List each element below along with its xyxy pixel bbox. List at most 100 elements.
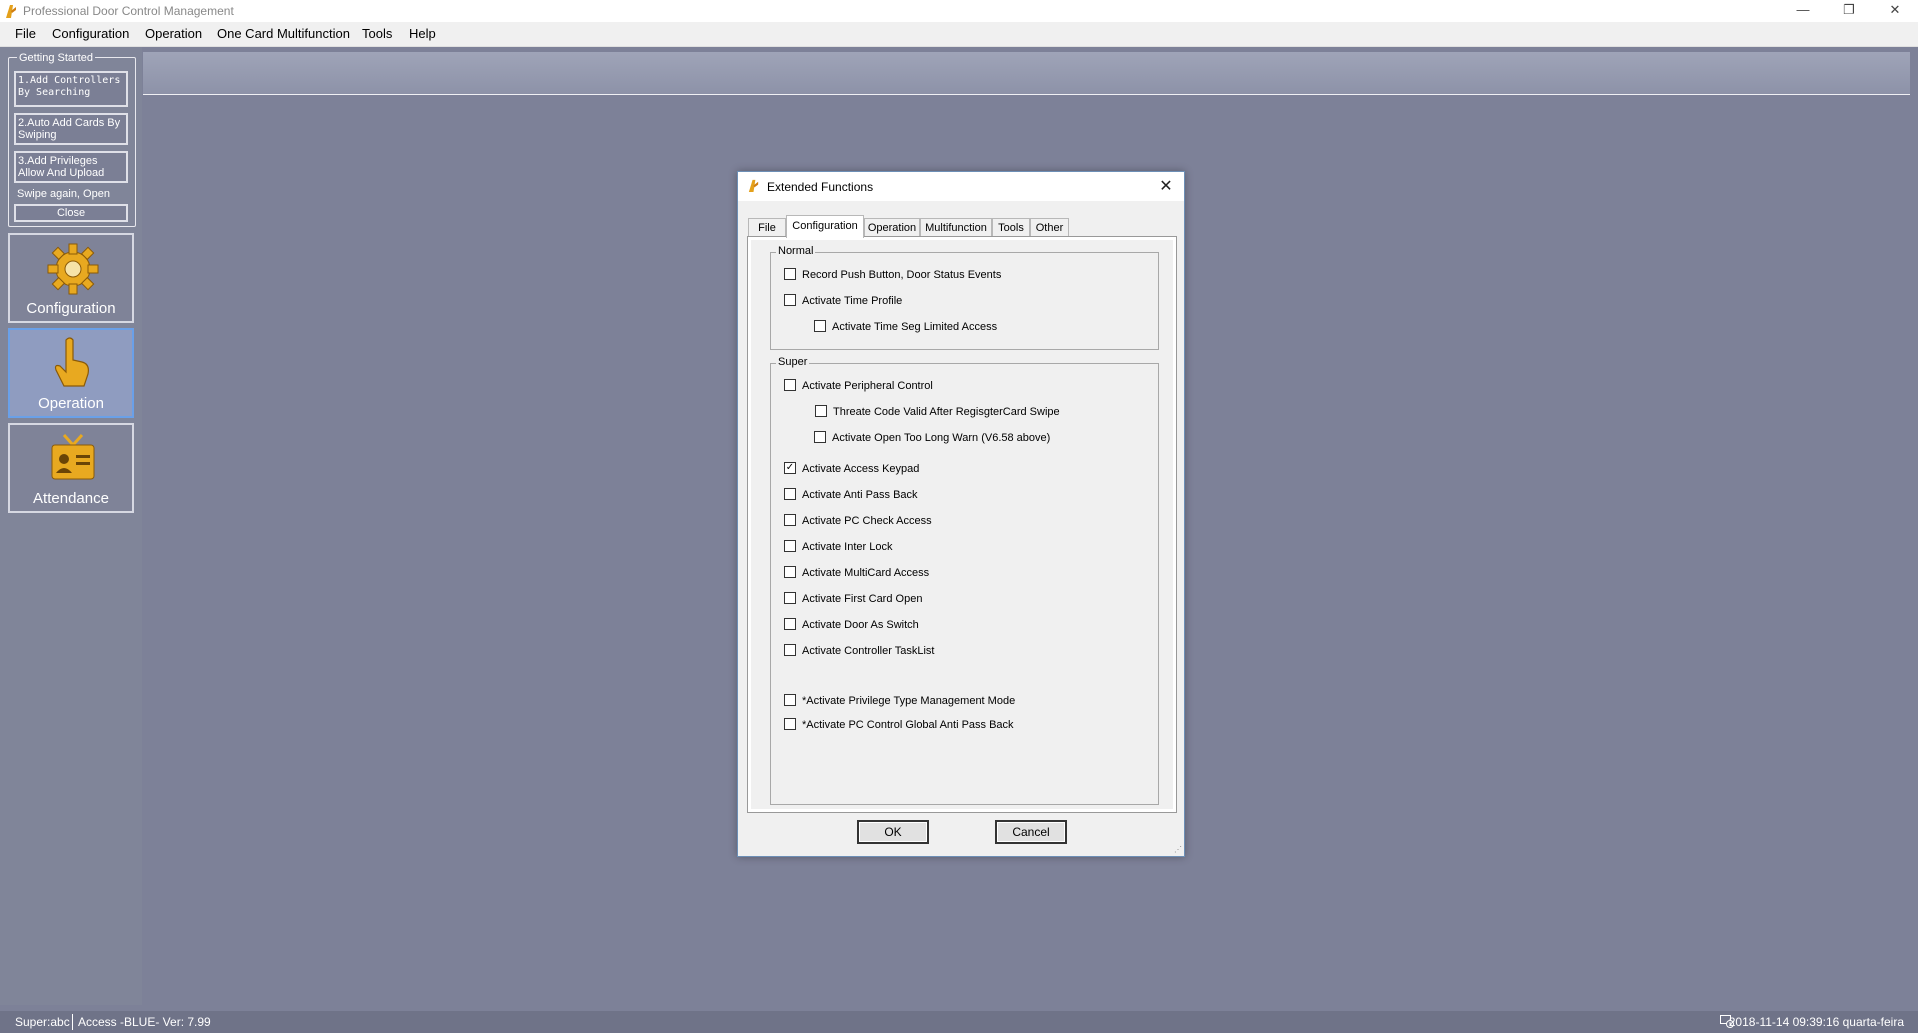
tab-other[interactable]: Other	[1030, 218, 1069, 237]
dialog-close-button[interactable]: ✕	[1156, 176, 1176, 196]
checkbox-box[interactable]	[784, 540, 796, 553]
configuration-tab-panel: Normal Record Push Button, Door Status E…	[747, 236, 1177, 813]
minimize-button[interactable]: —	[1780, 0, 1826, 22]
checkbox-open-too-long-warn[interactable]: Activate Open Too Long Warn (V6.58 above…	[814, 431, 1051, 444]
checkbox-privilege-type-management[interactable]: *Activate Privilege Type Management Mode	[784, 694, 1016, 707]
tab-configuration[interactable]: Configuration	[786, 215, 864, 238]
checkbox-box[interactable]	[784, 268, 796, 281]
main-top-strip	[143, 52, 1910, 95]
checkbox-label: Activate Access Keypad	[802, 463, 920, 475]
checkbox-controller-tasklist[interactable]: Activate Controller TaskList	[784, 644, 935, 657]
window-close-button[interactable]: ✕	[1872, 0, 1918, 22]
menu-configuration[interactable]: Configuration	[52, 26, 129, 41]
menu-one-card-multifunction[interactable]: One Card Multifunction	[217, 26, 350, 41]
id-card-icon	[51, 433, 95, 480]
normal-group-legend: Normal	[776, 245, 816, 257]
status-bar: Super:abc Access -BLUE- Ver: 7.99 2018-1…	[0, 1011, 1918, 1033]
checkbox-label: Activate Controller TaskList	[802, 645, 935, 657]
menu-file[interactable]: File	[15, 26, 36, 41]
add-controllers-button[interactable]: 1.Add Controllers By Searching	[14, 71, 128, 107]
nav-configuration[interactable]: Configuration	[8, 233, 134, 323]
checkbox-label: Activate Time Profile	[802, 295, 903, 307]
checkbox-box[interactable]	[784, 294, 796, 307]
menu-help[interactable]: Help	[409, 26, 436, 41]
checkbox-inter-lock[interactable]: Activate Inter Lock	[784, 540, 893, 553]
checkbox-anti-pass-back[interactable]: Activate Anti Pass Back	[784, 488, 918, 501]
checkbox-time-seg-limited-access[interactable]: Activate Time Seg Limited Access	[814, 320, 998, 333]
checkbox-box[interactable]	[784, 592, 796, 605]
dialog-titlebar: Extended Functions ✕	[738, 172, 1184, 201]
super-group	[770, 363, 1159, 805]
checkbox-box[interactable]	[784, 566, 796, 579]
nav-operation[interactable]: Operation	[8, 328, 134, 418]
checkbox-label: Activate Door As Switch	[802, 619, 919, 631]
swipe-again-note: Swipe again, Open	[17, 188, 110, 200]
nav-attendance-label: Attendance	[33, 490, 109, 507]
app-logo-icon	[6, 5, 16, 18]
checkbox-label: *Activate Privilege Type Management Mode	[802, 695, 1016, 707]
checkbox-box[interactable]	[784, 644, 796, 657]
status-user: Super:abc	[15, 1015, 70, 1029]
app-logo-icon	[748, 179, 759, 192]
tab-multifunction[interactable]: Multifunction	[920, 218, 992, 237]
ok-button[interactable]: OK	[857, 820, 929, 844]
status-version: Access -BLUE- Ver: 7.99	[78, 1015, 211, 1029]
checkbox-box[interactable]: ✓	[784, 462, 796, 475]
window-titlebar: Professional Door Control Management — ❐…	[0, 0, 1918, 22]
status-separator	[72, 1014, 73, 1030]
hand-pointer-icon	[54, 337, 89, 387]
checkbox-box[interactable]	[814, 320, 826, 333]
checkbox-door-as-switch[interactable]: Activate Door As Switch	[784, 618, 919, 631]
checkbox-box[interactable]	[815, 405, 827, 418]
checkbox-label: Activate MultiCard Access	[802, 567, 930, 579]
checkbox-peripheral-control[interactable]: Activate Peripheral Control	[784, 379, 933, 392]
checkbox-record-push-button[interactable]: Record Push Button, Door Status Events	[784, 268, 1002, 281]
checkbox-pc-control-global-anti-pass-back[interactable]: *Activate PC Control Global Anti Pass Ba…	[784, 718, 1014, 731]
checkbox-box[interactable]	[784, 379, 796, 392]
add-privileges-button[interactable]: 3.Add Privileges Allow And Upload	[14, 151, 128, 183]
checkbox-label: Activate Open Too Long Warn (V6.58 above…	[832, 432, 1051, 444]
super-group-legend: Super	[776, 356, 810, 368]
checkbox-label: Activate First Card Open	[802, 593, 923, 605]
extended-functions-dialog: Extended Functions ✕ File Configuration …	[737, 171, 1185, 857]
tab-operation[interactable]: Operation	[864, 218, 920, 237]
checkbox-threate-code-valid[interactable]: Threate Code Valid After RegisgterCard S…	[815, 405, 1060, 418]
checkbox-label: Activate Anti Pass Back	[802, 489, 918, 501]
checkbox-label: Activate Time Seg Limited Access	[832, 321, 998, 333]
checkbox-first-card-open[interactable]: Activate First Card Open	[784, 592, 923, 605]
checkbox-multicard-access[interactable]: Activate MultiCard Access	[784, 566, 930, 579]
checkbox-label: Record Push Button, Door Status Events	[802, 269, 1002, 281]
menu-bar: File Configuration Operation One Card Mu…	[0, 22, 1918, 47]
gear-icon	[47, 243, 99, 295]
tab-file[interactable]: File	[748, 218, 786, 237]
restore-button[interactable]: ❐	[1826, 0, 1872, 22]
checkbox-access-keypad[interactable]: ✓ Activate Access Keypad	[784, 462, 920, 475]
nav-configuration-label: Configuration	[26, 300, 116, 317]
checkbox-label: Threate Code Valid After RegisgterCard S…	[833, 406, 1060, 418]
checkbox-pc-check-access[interactable]: Activate PC Check Access	[784, 514, 932, 527]
checkbox-activate-time-profile[interactable]: Activate Time Profile	[784, 294, 903, 307]
getting-started-legend: Getting Started	[17, 52, 95, 64]
window-title: Professional Door Control Management	[23, 4, 234, 18]
checkbox-box[interactable]	[784, 718, 796, 731]
menu-operation[interactable]: Operation	[145, 26, 202, 41]
nav-attendance[interactable]: Attendance	[8, 423, 134, 513]
checkbox-label: Activate Peripheral Control	[802, 380, 933, 392]
checkbox-label: Activate PC Check Access	[802, 515, 932, 527]
checkbox-box[interactable]	[784, 514, 796, 527]
resize-grip-icon[interactable]: ⋰	[1174, 845, 1182, 854]
status-datetime: 2018-11-14 09:39:16 quarta-feira	[1728, 1015, 1904, 1029]
checkbox-box[interactable]	[784, 618, 796, 631]
checkbox-label: Activate Inter Lock	[802, 541, 893, 553]
menu-tools[interactable]: Tools	[362, 26, 392, 41]
dialog-title: Extended Functions	[767, 180, 874, 194]
checkbox-box[interactable]	[814, 431, 826, 444]
getting-started-close-button[interactable]: Close	[14, 204, 128, 222]
checkbox-label: *Activate PC Control Global Anti Pass Ba…	[802, 719, 1014, 731]
tab-tools[interactable]: Tools	[992, 218, 1030, 237]
checkbox-box[interactable]	[784, 694, 796, 707]
cancel-button[interactable]: Cancel	[995, 820, 1067, 844]
checkbox-box[interactable]	[784, 488, 796, 501]
nav-operation-label: Operation	[38, 395, 104, 412]
auto-add-cards-button[interactable]: 2.Auto Add Cards By Swiping	[14, 113, 128, 145]
